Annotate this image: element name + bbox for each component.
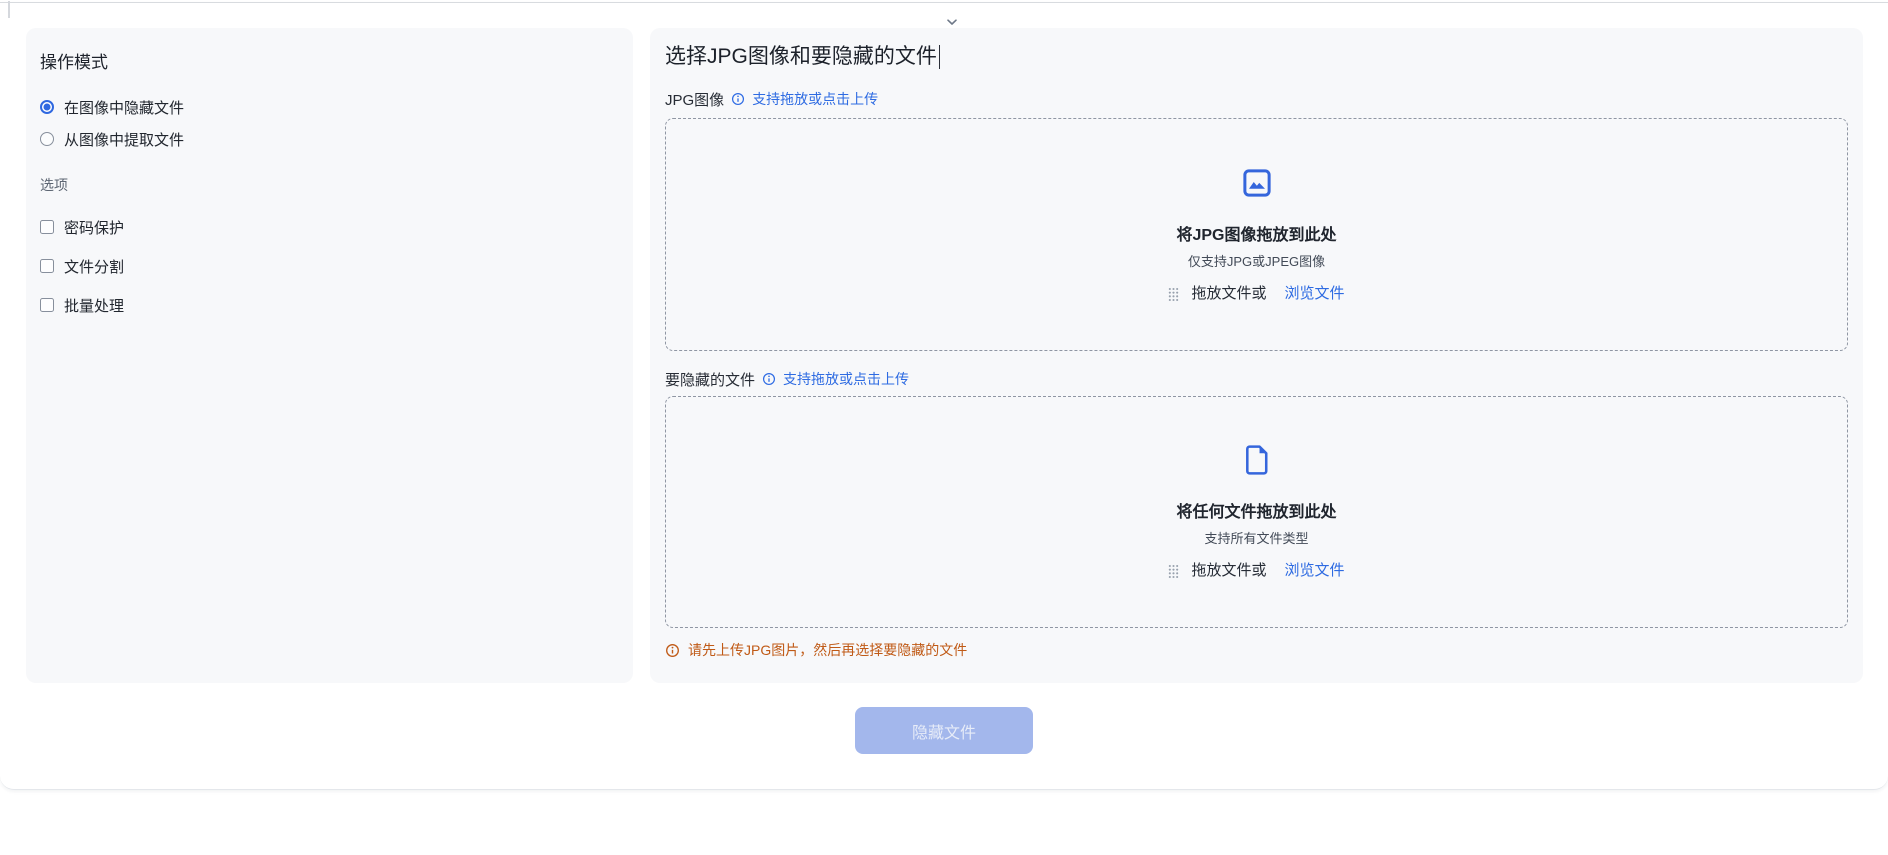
drag-file-text: 拖放文件或	[1191, 285, 1267, 302]
options-heading: 选项	[40, 177, 68, 193]
text-caret	[938, 44, 941, 69]
checkbox-icon[interactable]	[40, 220, 54, 234]
chevron-down-icon	[944, 14, 960, 33]
settings-panel: 操作模式 在图像中隐藏文件 从图像中提取文件 选项 密码保护 文件分割 批量处理	[26, 28, 633, 683]
dropzone-action-row: 拖放文件或 浏览文件	[1168, 284, 1345, 304]
page-title: 选择JPG图像和要隐藏的文件	[665, 42, 1848, 71]
dropzone-title: 将JPG图像拖放到此处	[1176, 227, 1337, 244]
radio-button-icon[interactable]	[40, 100, 54, 114]
warning-text: 请先上传JPG图片，然后再选择要隐藏的文件	[688, 642, 968, 658]
browse-files-link[interactable]: 浏览文件	[1285, 284, 1345, 304]
radio-button-icon[interactable]	[40, 132, 54, 146]
dropzone-title: 将任何文件拖放到此处	[1176, 504, 1337, 521]
checkbox-label: 文件分割	[64, 258, 125, 276]
warning-info-circle-icon	[665, 643, 680, 658]
image-icon	[1242, 168, 1272, 203]
checkbox-label: 批量处理	[64, 297, 125, 315]
drag-dots-icon	[1168, 287, 1179, 302]
file-field-label-row: 要隐藏的文件 支持拖放或点击上传	[665, 369, 1848, 389]
checkbox-file-split[interactable]: 文件分割	[40, 256, 617, 276]
upload-panel: 选择JPG图像和要隐藏的文件 JPG图像 支持拖放或点击上传 将JPG图像拖放到…	[650, 28, 1863, 683]
tool-card: 操作模式 在图像中隐藏文件 从图像中提取文件 选项 密码保护 文件分割 批量处理	[0, 1, 1888, 790]
drag-file-text: 拖放文件或	[1191, 562, 1267, 579]
checkbox-label: 密码保护	[64, 219, 125, 237]
hide-file-button[interactable]: 隐藏文件	[855, 707, 1033, 754]
action-area: 隐藏文件	[0, 707, 1888, 754]
file-icon	[1244, 445, 1270, 480]
dropzone-action-row: 拖放文件或 浏览文件	[1168, 561, 1345, 581]
radio-label: 从图像中提取文件	[64, 131, 185, 149]
panels-row: 操作模式 在图像中隐藏文件 从图像中提取文件 选项 密码保护 文件分割 批量处理	[0, 3, 1888, 683]
checkbox-icon[interactable]	[40, 259, 54, 273]
file-field-label: 要隐藏的文件	[665, 371, 756, 389]
file-upload-hint-link[interactable]: 支持拖放或点击上传	[783, 369, 909, 389]
drag-dots-icon	[1168, 564, 1179, 579]
browse-files-link[interactable]: 浏览文件	[1285, 561, 1345, 581]
mode-heading: 操作模式	[40, 53, 108, 72]
jpg-upload-hint-link[interactable]: 支持拖放或点击上传	[752, 89, 878, 109]
radio-label: 在图像中隐藏文件	[64, 99, 185, 117]
checkbox-icon[interactable]	[40, 298, 54, 312]
info-circle-icon	[762, 372, 776, 386]
jpg-field-label-row: JPG图像 支持拖放或点击上传	[665, 89, 1848, 109]
radio-extract-from-image[interactable]: 从图像中提取文件	[40, 129, 617, 149]
checkbox-batch-process[interactable]: 批量处理	[40, 295, 617, 315]
jpg-field-label: JPG图像	[665, 91, 725, 109]
dropzone-subtitle: 仅支持JPG或JPEG图像	[1187, 254, 1326, 269]
checkbox-password-protect[interactable]: 密码保护	[40, 217, 617, 237]
jpg-dropzone[interactable]: 将JPG图像拖放到此处 仅支持JPG或JPEG图像 拖放文件或 浏览文件	[665, 118, 1848, 351]
file-dropzone[interactable]: 将任何文件拖放到此处 支持所有文件类型 拖放文件或 浏览文件	[665, 396, 1848, 628]
dropzone-subtitle: 支持所有文件类型	[1204, 531, 1309, 546]
collapse-toggle-button[interactable]	[938, 13, 966, 33]
info-circle-icon	[731, 92, 745, 106]
upload-order-warning: 请先上传JPG图片，然后再选择要隐藏的文件	[665, 640, 1848, 660]
header-divider-stub	[8, 1, 10, 18]
radio-hide-in-image[interactable]: 在图像中隐藏文件	[40, 97, 617, 117]
